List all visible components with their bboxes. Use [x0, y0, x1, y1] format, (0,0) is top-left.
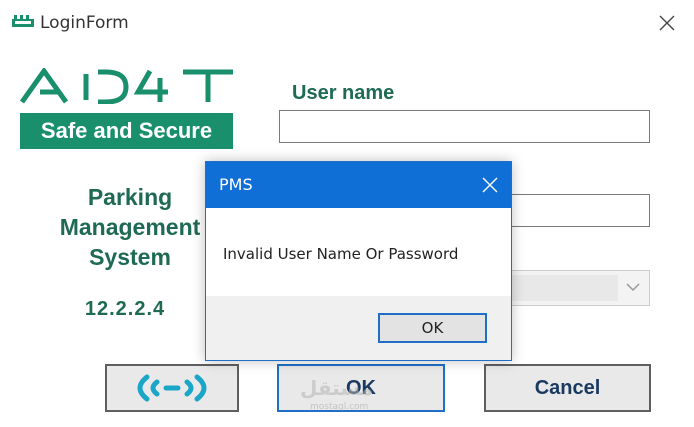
- dialog-footer: OK: [206, 296, 511, 360]
- username-label: User name: [292, 82, 395, 104]
- window-title: LoginForm: [40, 13, 129, 33]
- username-input[interactable]: [279, 110, 650, 143]
- close-icon: [482, 177, 498, 193]
- dialog-ok-button[interactable]: OK: [378, 313, 487, 343]
- product-title-line: Management: [59, 214, 201, 240]
- product-title-line: System: [89, 244, 171, 270]
- rfid-button[interactable]: [105, 364, 239, 412]
- dialog-body: Invalid User Name Or Password: [206, 208, 511, 296]
- close-icon: [659, 15, 675, 31]
- app-icon: [12, 15, 34, 27]
- window-close-button[interactable]: [650, 8, 684, 38]
- tagline-badge: Safe and Secure: [20, 113, 233, 149]
- cancel-button[interactable]: Cancel: [484, 364, 651, 412]
- dialog-close-button[interactable]: [479, 174, 501, 196]
- dialog-title-bar: PMS: [206, 162, 511, 208]
- product-title-line: Parking: [87, 184, 173, 210]
- company-logo: [20, 68, 233, 104]
- product-title: Parking Management System: [40, 182, 220, 272]
- cancel-button-label: Cancel: [534, 376, 601, 399]
- dialog-message: Invalid User Name Or Password: [223, 245, 459, 263]
- watermark-logo: مستقل: [300, 376, 374, 400]
- watermark-url: mostaql.com: [310, 402, 369, 412]
- chevron-down-icon: [626, 283, 640, 292]
- dialog-title: PMS: [219, 175, 253, 194]
- rfid-icon: [137, 374, 207, 402]
- login-window: LoginForm Safe and Secure Parking Manage…: [0, 0, 694, 427]
- version-label: 12.2.2.4: [84, 298, 166, 320]
- error-dialog: PMS Invalid User Name Or Password OK: [205, 161, 512, 361]
- title-bar: LoginForm: [0, 0, 694, 46]
